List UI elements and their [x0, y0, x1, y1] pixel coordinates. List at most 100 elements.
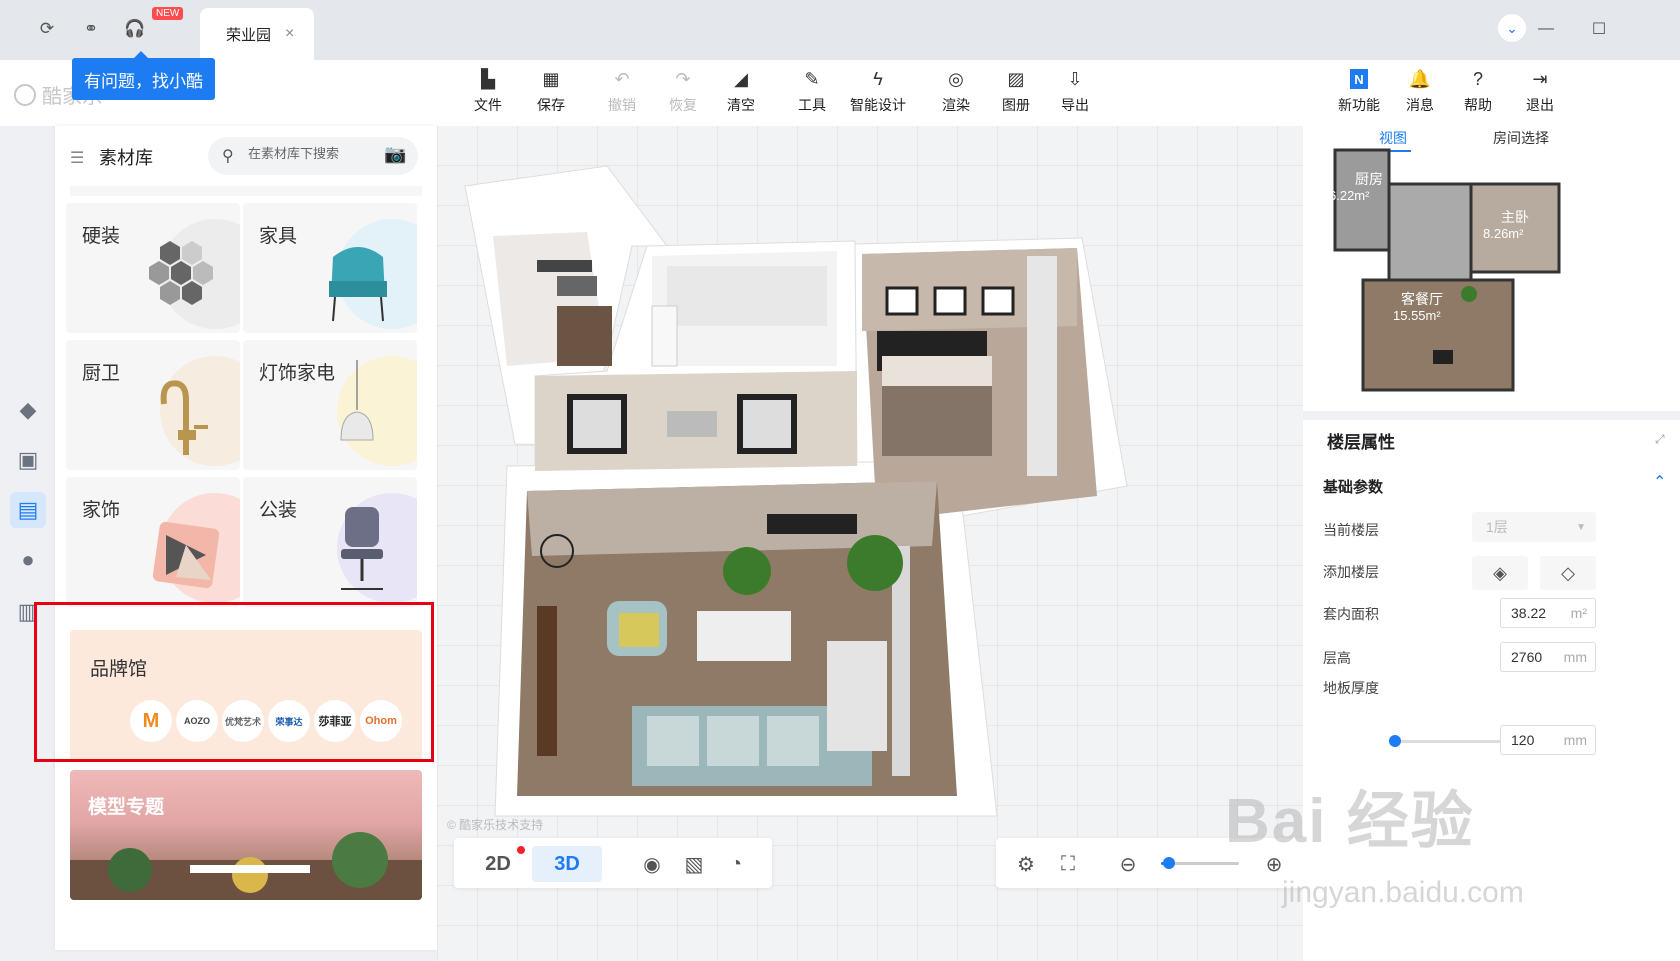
zoom-slider-thumb[interactable] [1162, 857, 1175, 869]
gauge-icon[interactable]: ◔ [722, 850, 750, 878]
toolbar-new-feature-button[interactable]: N 新功能 [1329, 68, 1389, 120]
inner-area-label: 套内面积 [1323, 606, 1379, 622]
add-floor-down-button[interactable]: ◇ [1540, 556, 1596, 590]
pillow-icon [152, 521, 220, 589]
floor-height-label: 层高 [1323, 650, 1351, 666]
undo-icon: ↶ [614, 68, 630, 89]
minimap-panel: 视图 房间选择 厨房 6.22m² 主卧 8.26m² 客餐厅 15.55m² [1303, 126, 1680, 411]
minimap-room-living: 客餐厅 [1401, 291, 1443, 307]
chevron-down-icon: ▼ [1576, 521, 1586, 533]
floorplan-minimap[interactable]: 厨房 6.22m² 主卧 8.26m² 客餐厅 15.55m² [1323, 144, 1573, 406]
basic-params-section[interactable]: 基础参数 [1323, 476, 1383, 497]
new-feature-icon: N [1348, 68, 1370, 90]
rail-door-icon[interactable]: ▣ [10, 442, 46, 478]
logo-icon [14, 83, 36, 106]
zoom-out-icon[interactable]: ⊖ [1114, 850, 1142, 878]
category-card-commercial[interactable]: 公装 [243, 477, 417, 607]
wrench-icon: ✎ [804, 68, 820, 89]
minimap-area-bedroom: 8.26m² [1483, 226, 1524, 241]
toolbar-save-button[interactable]: ▦ 保存 [521, 68, 581, 120]
zoom-slider[interactable] [1161, 857, 1239, 869]
toolbar-label: 帮助 [1464, 97, 1492, 113]
help-tooltip[interactable]: 有问题，找小酷 [72, 51, 215, 100]
camera-icon[interactable]: 📷 [384, 144, 406, 165]
category-card-hard[interactable]: 硬装 [66, 203, 240, 333]
toolbar-lightning-button[interactable]: ϟ 智能设计 [848, 68, 908, 120]
category-card-furniture[interactable]: 家具 [243, 203, 417, 333]
search-input[interactable] [248, 146, 378, 161]
toolbar-redo-button[interactable]: ↷ 恢复 [653, 68, 713, 120]
headset-icon[interactable]: 🎧 [122, 16, 148, 42]
hex-tile-icon [149, 241, 213, 305]
design-canvas[interactable]: © 酷家乐技术支持 [437, 126, 1303, 961]
rail-user-icon[interactable]: ● [10, 542, 46, 578]
toolbar-wrench-button[interactable]: ✎ 工具 [782, 68, 842, 120]
view-3d-button[interactable]: 3D [532, 846, 602, 882]
expand-icon[interactable]: ⤢ [1655, 432, 1665, 447]
toolbar-file-button[interactable]: ▙ 文件 [458, 68, 518, 120]
current-floor-label: 当前楼层 [1323, 522, 1379, 538]
export-icon: ⇩ [1067, 68, 1083, 89]
floorplan-3d-view[interactable] [437, 126, 1303, 961]
minimap-room-kitchen: 厨房 [1355, 171, 1383, 187]
toolbar-label: 渲染 [942, 97, 970, 113]
tab-project[interactable]: 荣业园 × [200, 8, 314, 60]
album-icon: ▨ [1007, 68, 1025, 89]
tab-close-icon[interactable]: × [285, 25, 294, 43]
list-icon[interactable]: ☰ [70, 148, 84, 168]
floor-thickness-label: 地板厚度 [1323, 680, 1379, 696]
toolbar-label: 文件 [474, 97, 502, 113]
toolbar-label: 智能设计 [850, 97, 906, 113]
fit-view-icon[interactable]: ⛶ [1054, 850, 1082, 878]
baidu-watermark-url: jingyan.baidu.com [1282, 876, 1524, 909]
category-card-kitchen-bath[interactable]: 厨卫 [66, 340, 240, 470]
lightning-icon: ϟ [873, 68, 883, 89]
rail-library-icon[interactable]: ▤ [10, 492, 46, 528]
model-topic-card[interactable]: 模型专题 [70, 770, 422, 900]
inner-area-field[interactable]: 38.22 m² [1500, 598, 1596, 628]
floor-height-field[interactable]: 2760 mm [1500, 642, 1596, 672]
toolbar-render-button[interactable]: ◎ 渲染 [926, 68, 986, 120]
add-floor-up-button[interactable]: ◈ [1472, 556, 1528, 590]
toolbar-undo-button[interactable]: ↶ 撤销 [592, 68, 652, 120]
main-toolbar: 酷家乐 ▙文件▦保存↶撤销↷恢复◢清空✎工具ϟ智能设计◎渲染▨图册⇩导出N新功能… [0, 60, 1680, 126]
minimap-room-bedroom: 主卧 [1501, 209, 1529, 225]
current-floor-select[interactable]: 1层 ▼ [1472, 512, 1596, 542]
save-icon: ▦ [542, 68, 560, 89]
toolbar-bell-button[interactable]: 🔔 消息 [1390, 68, 1450, 120]
rail-hard-decor-icon[interactable]: ◆ [10, 392, 46, 428]
floor-height-unit: mm [1563, 649, 1587, 665]
toolbar-label: 新功能 [1338, 97, 1380, 113]
eye-icon[interactable]: ◉ [638, 850, 666, 878]
eraser-icon: ◢ [734, 68, 748, 89]
toolbar-label: 保存 [537, 97, 565, 113]
cube-icon[interactable]: ▧ [680, 850, 708, 878]
toolbar-label: 图册 [1002, 97, 1030, 113]
category-card-decor[interactable]: 家饰 [66, 477, 240, 607]
toolbar-label: 工具 [798, 97, 826, 113]
maximize-button[interactable]: ☐ [1584, 14, 1614, 44]
baidu-watermark: Bai 经验 [1225, 787, 1475, 856]
link-icon[interactable]: ⚭ [78, 16, 104, 42]
toolbar-album-button[interactable]: ▨ 图册 [986, 68, 1046, 120]
minimize-button[interactable]: — [1531, 14, 1561, 44]
library-search[interactable]: ⚲ 📷 [208, 137, 418, 175]
collapse-icon[interactable]: ⌄ [1498, 14, 1526, 42]
toolbar-export-button[interactable]: ⇩ 导出 [1045, 68, 1105, 120]
highlight-annotation-box [34, 602, 434, 762]
toolbar-help-button[interactable]: ? 帮助 [1448, 68, 1508, 120]
tab-label: 荣业园 [226, 26, 272, 44]
toolbar-eraser-button[interactable]: ◢ 清空 [711, 68, 771, 120]
toolbar-exit-button[interactable]: ⇥ 退出 [1510, 68, 1570, 120]
properties-title: 楼层属性 [1327, 433, 1395, 452]
chevron-up-icon[interactable]: ⌃ [1653, 472, 1666, 492]
panel-title: 素材库 [99, 148, 153, 168]
category-label: 硬装 [82, 226, 121, 247]
search-icon: ⚲ [222, 148, 234, 165]
refresh-icon[interactable]: ⟳ [34, 16, 60, 42]
canvas-credit: © 酷家乐技术支持 [447, 818, 544, 832]
floor-thickness-slider-thumb[interactable] [1389, 735, 1401, 747]
floor-thickness-field[interactable]: 120 mm [1500, 725, 1596, 755]
category-card-lighting[interactable]: 灯饰家电 [243, 340, 417, 470]
camera-settings-icon[interactable]: ⚙ [1012, 850, 1040, 878]
